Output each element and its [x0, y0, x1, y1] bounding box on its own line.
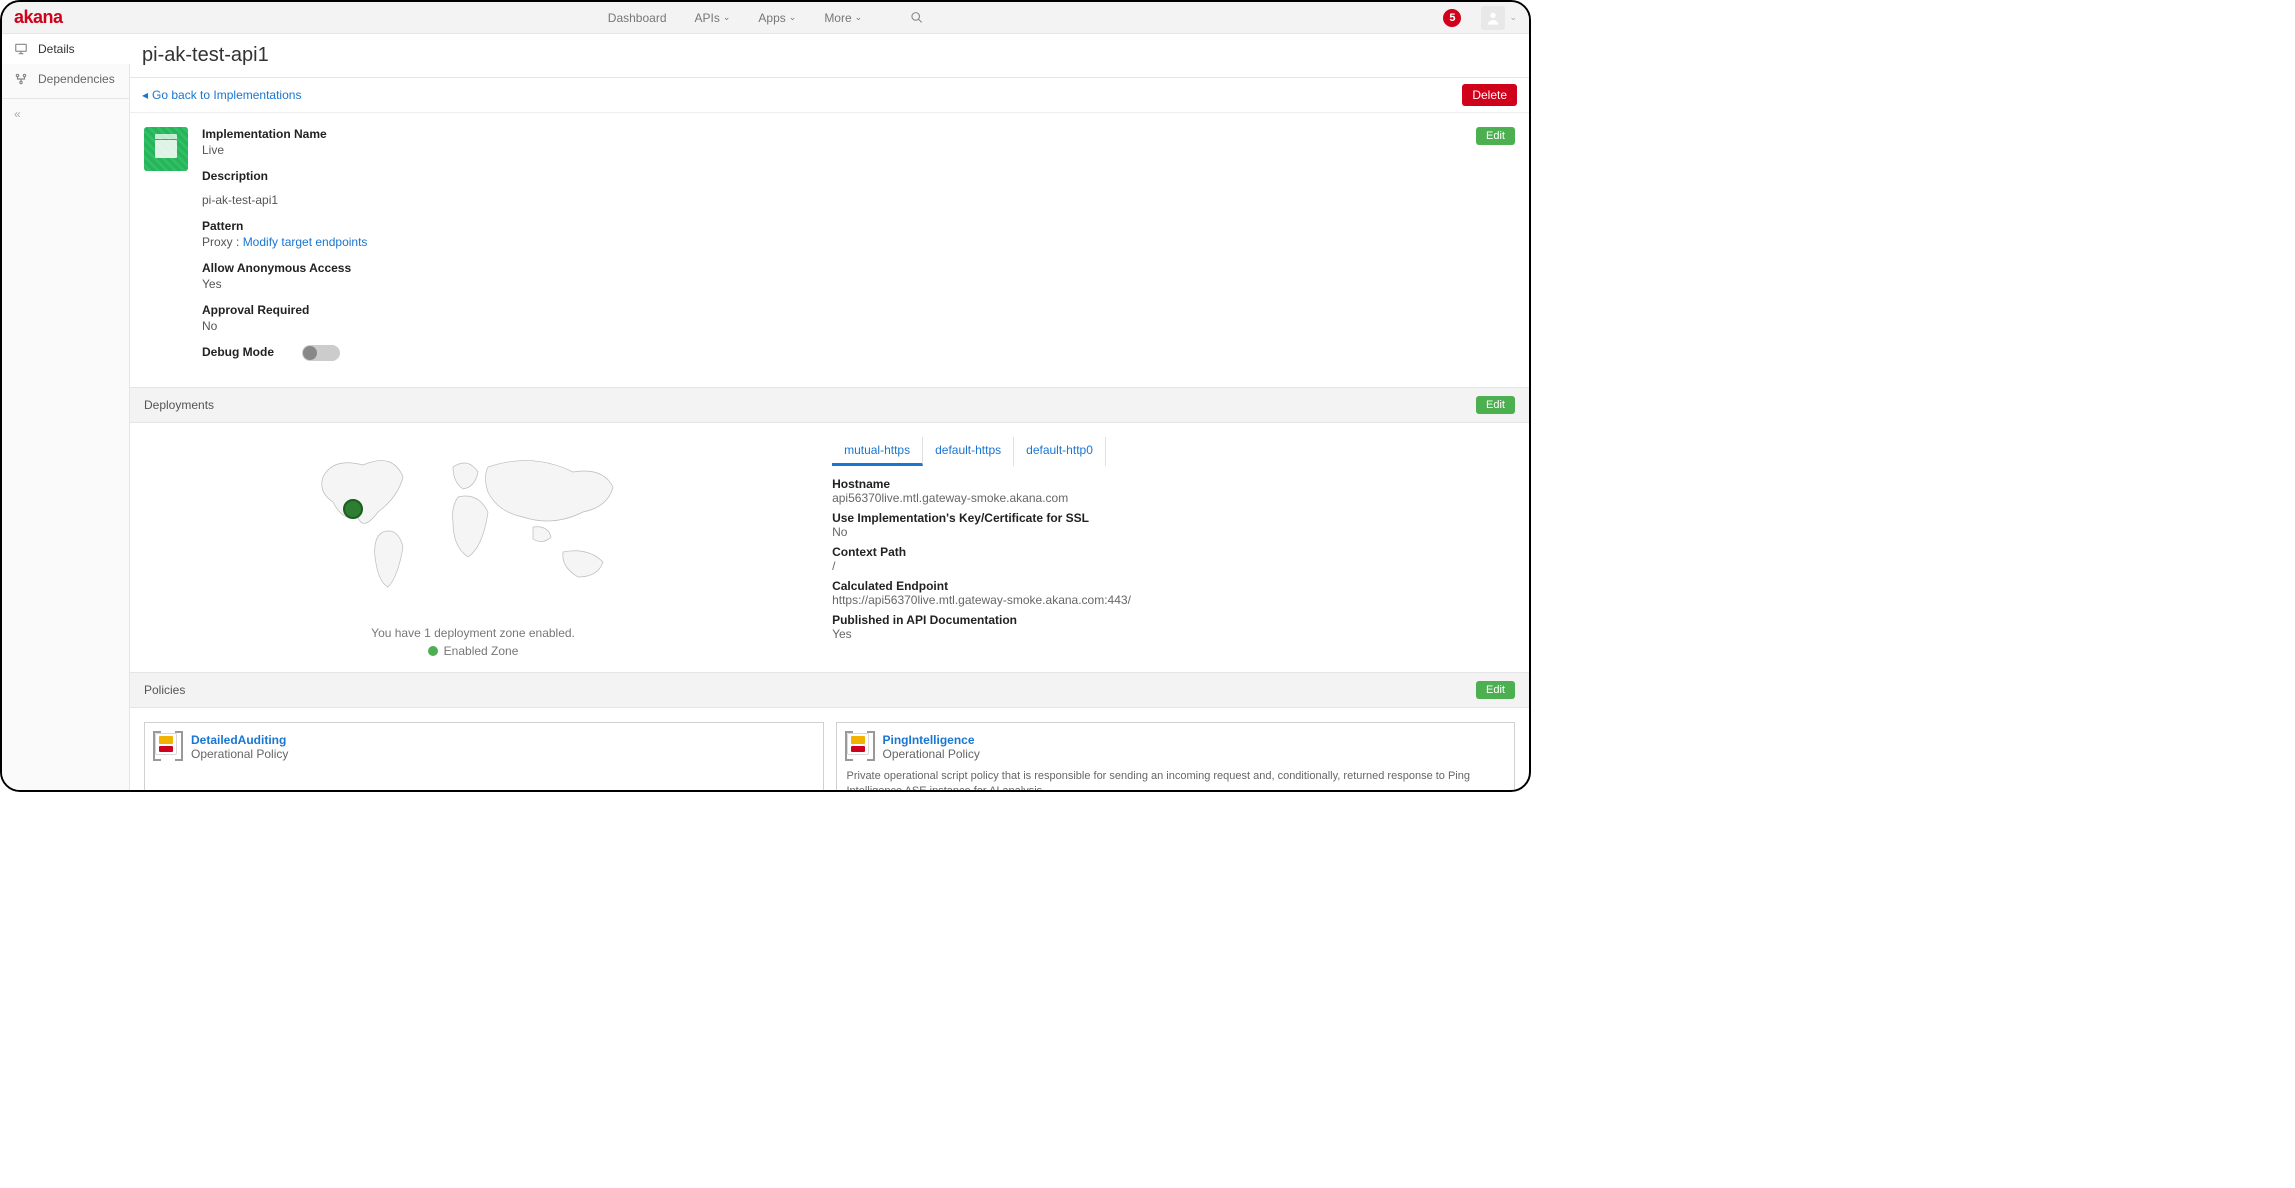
chevron-down-icon: ⌄ — [723, 12, 731, 23]
impl-desc-label: Description — [202, 169, 1515, 183]
endpoint-label: Calculated Endpoint — [832, 579, 1515, 593]
policy-type: Operational Policy — [191, 747, 288, 761]
top-bar: akana Dashboard APIs⌄ Apps⌄ More⌄ 5 ⌄ — [2, 2, 1529, 34]
avatar-icon — [1481, 6, 1505, 30]
impl-anon-value: Yes — [202, 277, 1515, 291]
chevron-down-icon: ⌄ — [855, 12, 863, 23]
edit-policies-button[interactable]: Edit — [1476, 681, 1515, 699]
impl-debug-label: Debug Mode — [202, 345, 274, 359]
legend-label: Enabled Zone — [444, 644, 519, 658]
legend-dot-icon — [428, 646, 438, 656]
impl-pattern-prefix: Proxy : — [202, 235, 243, 249]
nav-apps-label: Apps — [758, 11, 785, 25]
modify-endpoints-link[interactable]: Modify target endpoints — [243, 235, 368, 249]
nav-more-label: More — [824, 11, 851, 25]
back-link[interactable]: ◂ Go back to Implementations — [142, 88, 301, 102]
world-map-icon — [303, 437, 643, 617]
nav-apis[interactable]: APIs⌄ — [695, 11, 731, 25]
policy-description: Private operational script policy that i… — [847, 769, 1505, 790]
policy-name-link[interactable]: PingIntelligence — [883, 733, 980, 747]
ctx-value: / — [832, 559, 1515, 573]
edit-implementation-button[interactable]: Edit — [1476, 127, 1515, 145]
delete-button[interactable]: Delete — [1462, 84, 1517, 106]
pub-value: Yes — [832, 627, 1515, 641]
ssl-label: Use Implementation's Key/Certificate for… — [832, 511, 1515, 525]
tab-default-http0[interactable]: default-http0 — [1014, 437, 1106, 466]
user-menu[interactable]: ⌄ — [1481, 6, 1517, 30]
policy-type: Operational Policy — [883, 747, 980, 761]
deployment-marker[interactable] — [343, 499, 363, 519]
policy-card: DetailedAuditing Operational Policy — [144, 722, 824, 790]
nav-apis-label: APIs — [695, 11, 720, 25]
ctx-label: Context Path — [832, 545, 1515, 559]
policy-name-link[interactable]: DetailedAuditing — [191, 733, 288, 747]
deployment-map — [303, 437, 643, 620]
policy-card: PingIntelligence Operational Policy Priv… — [836, 722, 1516, 790]
impl-pattern-label: Pattern — [202, 219, 1515, 233]
debug-toggle[interactable] — [302, 345, 340, 361]
search-icon[interactable] — [910, 11, 923, 25]
sidebar-collapse[interactable]: « — [2, 98, 129, 129]
sidebar-item-label: Details — [38, 42, 75, 56]
sidebar-item-details[interactable]: Details — [2, 34, 130, 64]
page-header: pi-ak-test-api1 — [130, 34, 1529, 78]
sidebar-item-label: Dependencies — [38, 72, 115, 86]
nav-dashboard[interactable]: Dashboard — [608, 11, 667, 25]
monitor-icon — [14, 42, 28, 56]
tree-icon — [14, 72, 28, 86]
tab-default-https[interactable]: default-https — [923, 437, 1014, 466]
page-title: pi-ak-test-api1 — [142, 44, 1517, 67]
nav-apps[interactable]: Apps ⌄ — [758, 11, 796, 25]
chevron-left-icon: « — [14, 107, 21, 121]
policy-icon — [155, 733, 181, 759]
nav-more[interactable]: More ⌄ — [824, 11, 862, 25]
policy-icon — [847, 733, 873, 759]
impl-approval-label: Approval Required — [202, 303, 1515, 317]
impl-name-value: Live — [202, 143, 1515, 157]
chevron-down-icon: ⌄ — [1509, 12, 1517, 23]
policies-header: Policies — [144, 683, 185, 697]
map-caption: You have 1 deployment zone enabled. — [144, 626, 802, 640]
endpoint-value: https://api56370live.mtl.gateway-smoke.a… — [832, 593, 1515, 607]
impl-anon-label: Allow Anonymous Access — [202, 261, 1515, 275]
implementation-icon — [144, 127, 188, 171]
back-link-label: Go back to Implementations — [152, 88, 301, 102]
tab-mutual-https[interactable]: mutual-https — [832, 437, 923, 466]
pub-label: Published in API Documentation — [832, 613, 1515, 627]
hostname-label: Hostname — [832, 477, 1515, 491]
map-legend: Enabled Zone — [144, 644, 802, 658]
impl-desc-value: pi-ak-test-api1 — [202, 193, 1515, 207]
chevron-down-icon: ⌄ — [789, 12, 797, 23]
deployments-header: Deployments — [144, 398, 214, 412]
brand-logo: akana — [14, 7, 63, 28]
sidebar: Details Dependencies « — [2, 34, 130, 790]
caret-left-icon: ◂ — [142, 88, 148, 102]
hostname-value: api56370live.mtl.gateway-smoke.akana.com — [832, 491, 1515, 505]
impl-name-label: Implementation Name — [202, 127, 1515, 141]
ssl-value: No — [832, 525, 1515, 539]
sidebar-item-dependencies[interactable]: Dependencies — [2, 64, 129, 94]
edit-deployments-button[interactable]: Edit — [1476, 396, 1515, 414]
impl-approval-value: No — [202, 319, 1515, 333]
top-nav: Dashboard APIs⌄ Apps⌄ More⌄ — [608, 11, 923, 25]
notification-badge[interactable]: 5 — [1443, 9, 1461, 27]
